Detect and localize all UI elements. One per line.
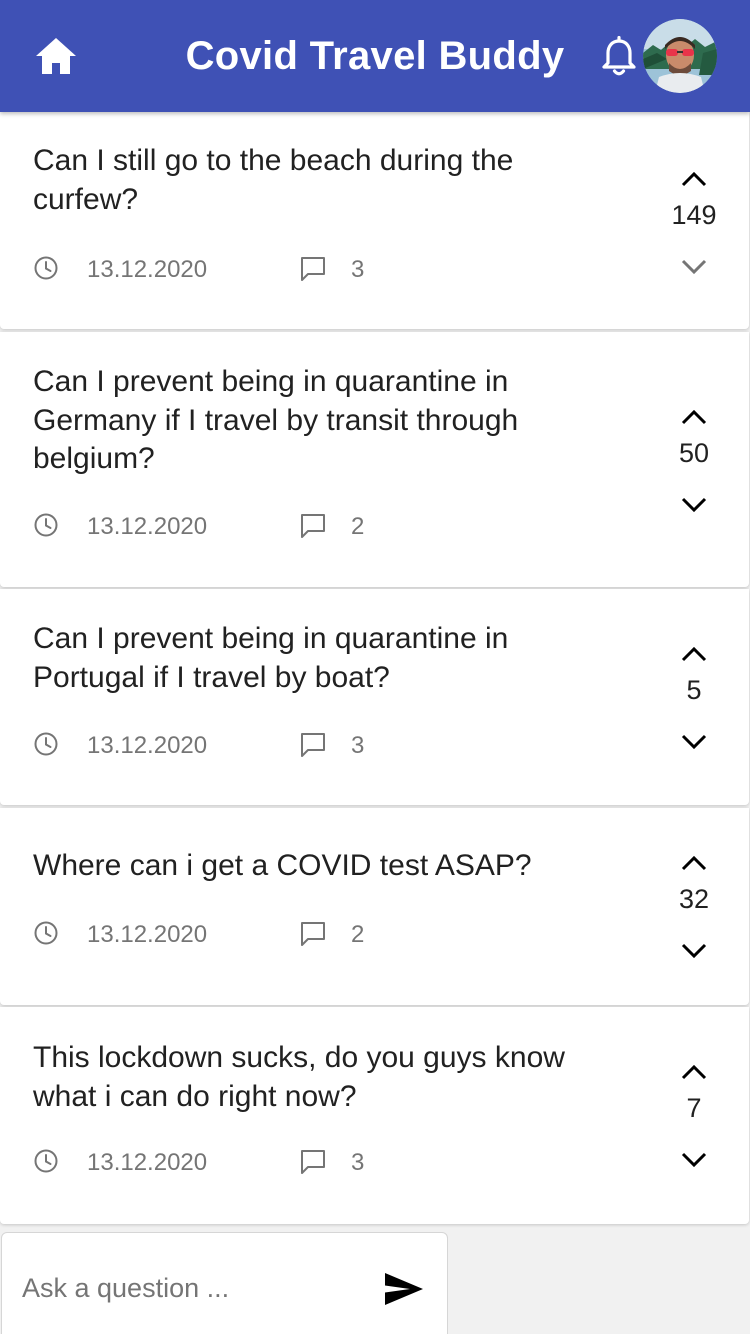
avatar-photo [643,19,717,93]
vote-score: 149 [671,200,717,230]
comment-count: 3 [351,256,365,283]
notifications-button[interactable] [600,35,638,78]
question-title[interactable]: This lockdown sucks, do you guys know wh… [33,1039,593,1116]
app-bar: Covid Travel Buddy [0,0,750,112]
comment-count: 3 [351,1149,365,1176]
comment-icon[interactable] [299,1148,327,1176]
clock-icon [34,1149,58,1173]
upvote-chevron-up-icon[interactable] [679,852,709,874]
question-title[interactable]: Where can i get a COVID test ASAP? [33,847,593,886]
vote-control: 5 [664,643,724,763]
clock-icon [34,921,58,945]
question-date: 13.12.2020 [87,921,208,948]
upvote-chevron-up-icon[interactable] [679,1061,709,1083]
question-date: 13.12.2020 [87,513,208,540]
vote-control: 149 [664,168,724,288]
vote-control: 32 [664,852,724,972]
question-card[interactable]: Can I prevent being in quarantine in Ger… [0,332,749,587]
ask-question-bar [1,1232,448,1334]
question-card[interactable]: Can I still go to the beach during the c… [0,112,749,329]
clock-icon [34,256,58,280]
comment-icon[interactable] [299,731,327,759]
question-card[interactable]: Can I prevent being in quarantine in Por… [0,589,749,805]
comment-count: 2 [351,921,365,948]
bell-icon [602,35,636,76]
downvote-chevron-down-icon[interactable] [679,940,709,962]
vote-score: 50 [678,438,710,468]
question-title[interactable]: Can I prevent being in quarantine in Por… [33,620,593,697]
vote-score: 32 [678,884,710,914]
question-card[interactable]: Where can i get a COVID test ASAP? 13.12… [0,808,749,1005]
vote-control: 50 [664,406,724,526]
upvote-chevron-up-icon[interactable] [679,406,709,428]
vote-control: 7 [664,1061,724,1181]
comment-count: 3 [351,732,365,759]
send-icon[interactable] [382,1270,426,1308]
clock-icon [34,732,58,756]
vote-score: 5 [686,675,702,705]
downvote-chevron-down-icon[interactable] [679,494,709,516]
comment-icon[interactable] [299,255,327,283]
ask-question-input[interactable] [22,1263,352,1313]
comment-count: 2 [351,513,365,540]
app-screen: Covid Travel Buddy Can I still go to the… [0,0,750,1334]
question-card[interactable]: This lockdown sucks, do you guys know wh… [0,1007,749,1224]
downvote-chevron-down-icon[interactable] [679,256,709,278]
upvote-chevron-up-icon[interactable] [679,168,709,190]
clock-icon [34,513,58,537]
vote-score: 7 [686,1093,702,1123]
question-title[interactable]: Can I prevent being in quarantine in Ger… [33,363,593,479]
user-avatar[interactable] [643,19,717,93]
upvote-chevron-up-icon[interactable] [679,643,709,665]
downvote-chevron-down-icon[interactable] [679,1149,709,1171]
question-date: 13.12.2020 [87,732,208,759]
question-date: 13.12.2020 [87,1149,208,1176]
comment-icon[interactable] [299,512,327,540]
comment-icon[interactable] [299,920,327,948]
question-title[interactable]: Can I still go to the beach during the c… [33,142,593,219]
question-date: 13.12.2020 [87,256,208,283]
downvote-chevron-down-icon[interactable] [679,731,709,753]
